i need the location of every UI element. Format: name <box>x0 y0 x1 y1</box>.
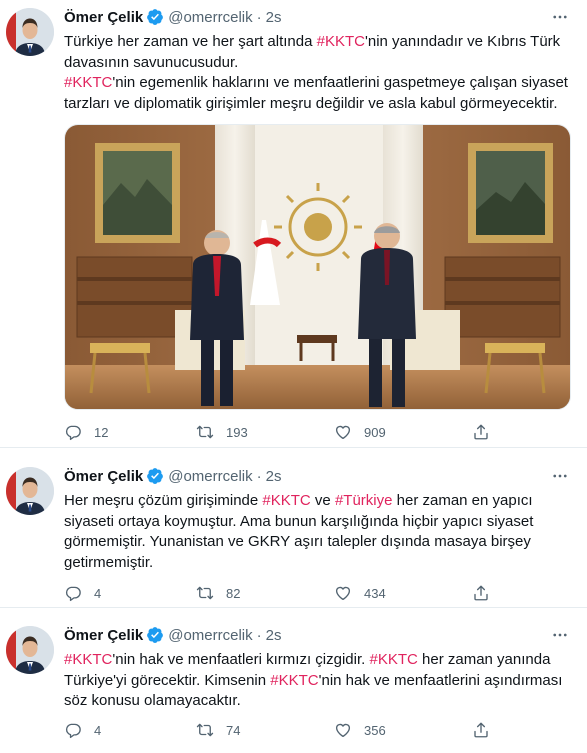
text-segment: 'nin hak ve menfaatleri kırmızı çizgidir… <box>112 651 370 668</box>
text-segment: 'nin egemenlik haklarını ve menfaatlerin… <box>64 74 568 112</box>
avatar[interactable] <box>6 626 54 674</box>
tweet-photo[interactable] <box>64 124 571 410</box>
tweet[interactable]: Ömer Çelik @omerrcelik · 2s Her meşru çözüm … <box>0 457 587 607</box>
tweet[interactable]: Ömer Çelik @omerrcelik · 2s #KKTC'nin hak ve… <box>0 616 587 753</box>
author-name[interactable]: Ömer Çelik <box>64 627 143 644</box>
separator-dot: · <box>256 8 262 26</box>
share-icon <box>472 584 502 602</box>
verified-badge-icon <box>146 626 164 644</box>
tweet-header: Ömer Çelik @omerrcelik · 2s <box>64 625 281 645</box>
avatar[interactable] <box>6 467 54 515</box>
like-icon <box>334 584 364 602</box>
text-segment: ve <box>310 492 335 509</box>
reply-count: 4 <box>94 585 102 601</box>
separator-dot: · <box>256 626 262 644</box>
author-name[interactable]: Ömer Çelik <box>64 9 143 26</box>
tweet-time[interactable]: 2s <box>266 627 282 644</box>
tweet-text: Türkiye her zaman ve her şart altında #K… <box>64 32 574 114</box>
tweet-paragraph: Her meşru çözüm girişiminde #KKTC ve #Tü… <box>64 491 574 573</box>
like-button[interactable]: 356 <box>334 719 386 741</box>
tweet-paragraph: #KKTC'nin hak ve menfaatleri kırmızı çiz… <box>64 650 574 712</box>
hashtag-link[interactable]: #KKTC <box>369 651 417 668</box>
tweet-time[interactable]: 2s <box>266 468 282 485</box>
more-options-icon[interactable] <box>549 7 571 27</box>
like-button[interactable]: 909 <box>334 421 386 443</box>
like-button[interactable]: 434 <box>334 582 386 604</box>
tweet-paragraph: #KKTC'nin egemenlik haklarını ve menfaat… <box>64 73 574 114</box>
text-segment: Her meşru çözüm girişiminde <box>64 492 263 509</box>
retweet-count: 82 <box>226 585 241 601</box>
tweet-paragraph: Türkiye her zaman ve her şart altında #K… <box>64 32 574 73</box>
tweet-time[interactable]: 2s <box>266 9 282 26</box>
reply-icon <box>64 423 94 441</box>
retweet-count: 74 <box>226 722 241 738</box>
share-icon <box>472 721 502 739</box>
tweet-header: Ömer Çelik @omerrcelik · 2s <box>64 7 281 27</box>
author-handle[interactable]: @omerrcelik <box>168 627 252 644</box>
retweet-button[interactable]: 74 <box>196 719 240 741</box>
share-button[interactable] <box>472 421 502 443</box>
retweet-icon <box>196 584 226 602</box>
tweet[interactable]: Ömer Çelik @omerrcelik · 2s Türkiye her zama… <box>0 0 587 447</box>
hashtag-link[interactable]: #KKTC <box>317 33 365 50</box>
tweet-divider <box>0 447 587 448</box>
like-icon <box>334 423 364 441</box>
share-button[interactable] <box>472 582 502 604</box>
reply-button[interactable]: 12 <box>64 421 108 443</box>
reply-button[interactable]: 4 <box>64 719 101 741</box>
author-name[interactable]: Ömer Çelik <box>64 468 143 485</box>
retweet-icon <box>196 423 226 441</box>
reply-count: 12 <box>94 424 109 440</box>
hashtag-link[interactable]: #KKTC <box>64 74 112 91</box>
more-options-icon[interactable] <box>549 466 571 486</box>
tweet-divider <box>0 607 587 608</box>
text-segment: Türkiye her zaman ve her şart altında <box>64 33 317 50</box>
retweet-count: 193 <box>226 424 248 440</box>
avatar[interactable] <box>6 8 54 56</box>
verified-badge-icon <box>146 467 164 485</box>
retweet-icon <box>196 721 226 739</box>
retweet-button[interactable]: 82 <box>196 582 240 604</box>
like-count: 909 <box>364 424 386 440</box>
like-count: 434 <box>364 585 386 601</box>
share-icon <box>472 423 502 441</box>
author-handle[interactable]: @omerrcelik <box>168 468 252 485</box>
hashtag-link[interactable]: #Türkiye <box>335 492 393 509</box>
tweet-text: Her meşru çözüm girişiminde #KKTC ve #Tü… <box>64 491 574 573</box>
verified-badge-icon <box>146 8 164 26</box>
hashtag-link[interactable]: #KKTC <box>64 651 112 668</box>
author-handle[interactable]: @omerrcelik <box>168 9 252 26</box>
like-count: 356 <box>364 722 386 738</box>
share-button[interactable] <box>472 719 502 741</box>
retweet-button[interactable]: 193 <box>196 421 248 443</box>
reply-button[interactable]: 4 <box>64 582 101 604</box>
tweet-header: Ömer Çelik @omerrcelik · 2s <box>64 466 281 486</box>
more-options-icon[interactable] <box>549 625 571 645</box>
like-icon <box>334 721 364 739</box>
separator-dot: · <box>256 467 262 485</box>
hashtag-link[interactable]: #KKTC <box>270 672 318 689</box>
tweet-text: #KKTC'nin hak ve menfaatleri kırmızı çiz… <box>64 650 574 712</box>
reply-icon <box>64 584 94 602</box>
reply-count: 4 <box>94 722 102 738</box>
hashtag-link[interactable]: #KKTC <box>262 492 310 509</box>
reply-icon <box>64 721 94 739</box>
